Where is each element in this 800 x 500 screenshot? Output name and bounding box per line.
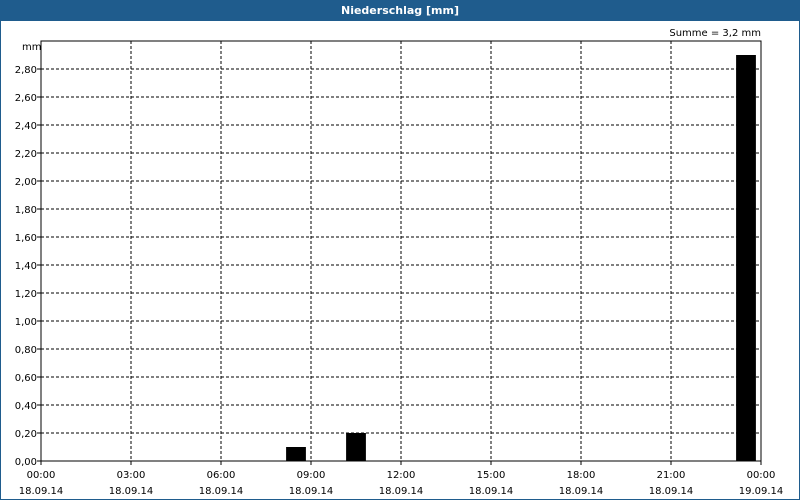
y-tick-label: 1,00 <box>15 317 37 328</box>
x-tick-date: 18.09.14 <box>19 486 64 497</box>
x-tick-date: 18.09.14 <box>199 486 244 497</box>
y-tick-label: 1,80 <box>15 205 37 216</box>
x-tick-date: 18.09.14 <box>469 486 514 497</box>
precipitation-bar <box>346 433 366 461</box>
y-tick-label: 0,80 <box>15 345 37 356</box>
y-tick-label: 1,60 <box>15 233 37 244</box>
x-tick-date: 18.09.14 <box>379 486 424 497</box>
x-tick-date: 19.09.14 <box>739 486 784 497</box>
y-tick-label: 0,60 <box>15 373 37 384</box>
y-tick-label: 2,20 <box>15 149 37 160</box>
x-tick-time: 00:00 <box>747 470 776 481</box>
x-tick-time: 03:00 <box>117 470 146 481</box>
x-tick-time: 15:00 <box>477 470 506 481</box>
y-tick-label: 1,20 <box>15 289 37 300</box>
x-tick-date: 18.09.14 <box>559 486 604 497</box>
ticks: 0,00 0,20 0,40 0,60 0,80 1,00 1,20 1,40 1,60 1,80… <box>15 65 784 497</box>
x-tick-time: 21:00 <box>657 470 686 481</box>
y-tick-label: 0,00 <box>15 457 37 468</box>
x-tick-time: 09:00 <box>297 470 326 481</box>
y-tick-label: 2,80 <box>15 65 37 76</box>
x-tick-time: 06:00 <box>207 470 236 481</box>
y-tick-label: 2,60 <box>15 93 37 104</box>
grid <box>41 41 761 461</box>
x-tick-date: 18.09.14 <box>289 486 334 497</box>
y-axis-unit-label: mm <box>22 42 41 53</box>
x-tick-date: 18.09.14 <box>649 486 694 497</box>
precipitation-chart: mm Summe = 3,2 mm 0,00 0,20 0,40 0,60 0,80 1,… <box>15 28 784 497</box>
x-tick-time: 12:00 <box>387 470 416 481</box>
y-tick-label: 0,20 <box>15 429 37 440</box>
x-tick-date: 18.09.14 <box>109 486 154 497</box>
x-tick-time: 18:00 <box>567 470 596 481</box>
bars <box>286 55 756 461</box>
x-tick-time: 00:00 <box>27 470 56 481</box>
precipitation-bar <box>736 55 756 461</box>
sum-annotation: Summe = 3,2 mm <box>669 28 761 39</box>
precipitation-bar <box>286 447 306 461</box>
y-tick-label: 2,40 <box>15 121 37 132</box>
y-tick-label: 1,40 <box>15 261 37 272</box>
y-tick-label: 0,40 <box>15 401 37 412</box>
y-tick-label: 2,00 <box>15 177 37 188</box>
